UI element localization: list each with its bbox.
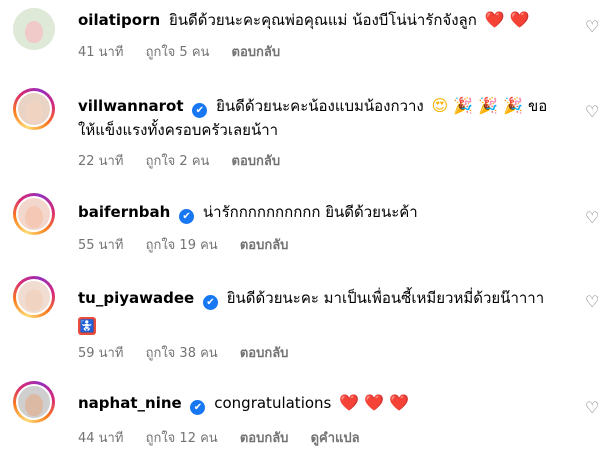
- comment-meta: 41 นาที ถูกใจ 5 คน ตอบกลับ: [78, 41, 298, 62]
- verified-badge-icon: ✔: [179, 209, 195, 224]
- reply-button[interactable]: ตอบกลับ: [240, 346, 289, 361]
- comment-meta: 55 นาที ถูกใจ 19 คน ตอบกลับ: [78, 234, 306, 255]
- timestamp: 55 นาที: [78, 238, 124, 253]
- comment-meta: 22 นาที ถูกใจ 2 คน ตอบกลับ: [78, 150, 298, 171]
- username[interactable]: naphat_nine: [78, 394, 182, 412]
- like-heart-icon[interactable]: ♡: [585, 210, 601, 226]
- comment-meta: 59 นาที ถูกใจ 38 คน ตอบกลับ: [78, 342, 306, 363]
- reply-button[interactable]: ตอบกลับ: [240, 238, 289, 253]
- comment-meta: 44 นาที ถูกใจ 12 คน ตอบกลับ ดูคำแปล: [78, 427, 378, 448]
- username[interactable]: tu_piyawadee: [78, 289, 194, 307]
- verified-badge-icon: ✔: [192, 103, 208, 118]
- verified-badge-icon: ✔: [202, 295, 218, 310]
- reply-button[interactable]: ตอบกลับ: [240, 431, 289, 446]
- username[interactable]: baifernbah: [78, 203, 170, 221]
- see-translation-button[interactable]: ดูคำแปล: [311, 431, 360, 446]
- reply-button[interactable]: ตอบกลับ: [232, 154, 281, 169]
- avatar[interactable]: [13, 381, 55, 423]
- likes-count[interactable]: ถูกใจ 12 คน: [146, 431, 218, 446]
- comment-text: tu_piyawadee ✔ ยินดีด้วยนะคะ มาเป็นเพื่อ…: [78, 286, 578, 335]
- likes-count[interactable]: ถูกใจ 38 คน: [146, 346, 218, 361]
- avatar[interactable]: [13, 276, 55, 318]
- username[interactable]: oilatiporn: [78, 11, 160, 29]
- like-heart-icon[interactable]: ♡: [585, 294, 601, 310]
- comment-text: oilatiporn ยินดีด้วยนะคะคุณพ่อคุณแม่ น้อ…: [78, 8, 578, 32]
- comment-body: congratulations: [214, 394, 332, 412]
- timestamp: 22 นาที: [78, 154, 124, 169]
- avatar[interactable]: [13, 88, 55, 130]
- likes-count[interactable]: ถูกใจ 2 คน: [146, 154, 210, 169]
- heart-emoji: ❤️ ❤️ ❤️: [339, 393, 410, 412]
- comment-body: ยินดีด้วยนะคะน้องแบมน้องกวาง: [216, 97, 424, 115]
- baby-symbol-emoji: 🚼: [78, 317, 96, 335]
- heart-emoji: ❤️ ❤️: [484, 10, 530, 29]
- like-heart-icon[interactable]: ♡: [585, 104, 601, 120]
- comment-body: ยินดีด้วยนะคะ มาเป็นเพื่อนซี้เหมียวหมี่ด…: [226, 289, 545, 307]
- comment-body: ยินดีด้วยนะคะคุณพ่อคุณแม่ น้องบีโน่น่ารั…: [168, 11, 477, 29]
- comment-text: baifernbah ✔ น่ารักกกกกกกกกก ยินดีด้วยนะ…: [78, 200, 578, 224]
- likes-count[interactable]: ถูกใจ 5 คน: [146, 45, 210, 60]
- comment-body-line2: ให้แข็งแรงทั้งครอบครัวเลยน้าา: [78, 121, 279, 139]
- timestamp: 41 นาที: [78, 45, 124, 60]
- like-heart-icon[interactable]: ♡: [585, 19, 601, 35]
- likes-count[interactable]: ถูกใจ 19 คน: [146, 238, 218, 253]
- reply-button[interactable]: ตอบกลับ: [232, 45, 281, 60]
- comment-text: naphat_nine ✔ congratulations ❤️ ❤️ ❤️: [78, 391, 578, 415]
- comment-text: villwannarot ✔ ยินดีด้วยนะคะน้องแบมน้องก…: [78, 94, 578, 142]
- timestamp: 59 นาที: [78, 346, 124, 361]
- comment-body: น่ารักกกกกกกกกก ยินดีด้วยนะค้า: [202, 203, 418, 221]
- comment-body-continued: ขอ: [528, 97, 548, 115]
- timestamp: 44 นาที: [78, 431, 124, 446]
- party-emoji: 😍 🎉 🎉 🎉: [431, 96, 524, 115]
- avatar[interactable]: [13, 8, 55, 50]
- like-heart-icon[interactable]: ♡: [585, 400, 601, 416]
- avatar[interactable]: [13, 193, 55, 235]
- username[interactable]: villwannarot: [78, 97, 184, 115]
- verified-badge-icon: ✔: [190, 400, 206, 415]
